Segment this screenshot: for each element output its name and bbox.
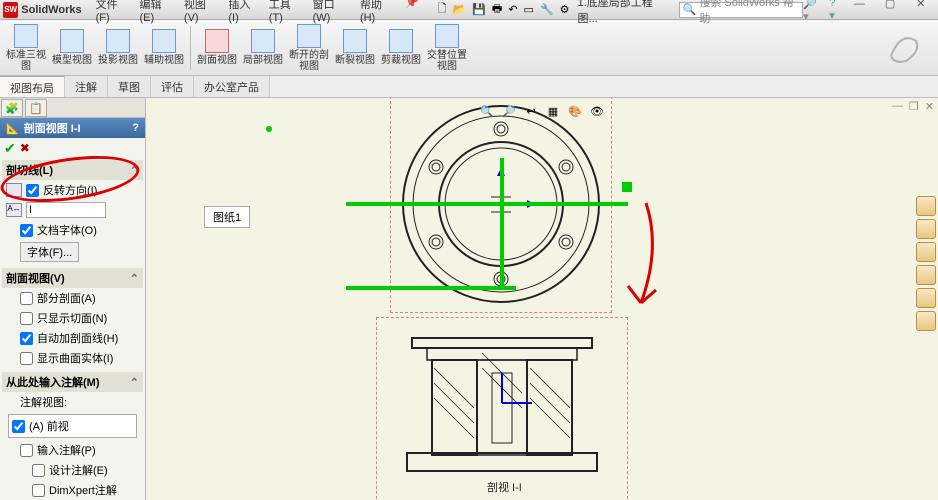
- pm-group-cutline[interactable]: 剖切线(L)⌃: [2, 160, 143, 180]
- save-icon[interactable]: 💾: [472, 3, 486, 16]
- ribbon-auxview[interactable]: 辅助视图: [142, 23, 186, 73]
- doc-restore-button[interactable]: ❐: [909, 100, 919, 113]
- app-logo: SW: [3, 2, 18, 18]
- search-placeholder: 搜索 SolidWorks 帮助: [699, 0, 799, 26]
- pm-ok-button[interactable]: ✔: [4, 140, 16, 157]
- minimize-button[interactable]: —: [848, 0, 871, 11]
- section-view-icon[interactable]: ▦: [544, 102, 562, 120]
- front-view-checkbox[interactable]: [12, 420, 25, 433]
- command-tabs: 视图布局 注解 草图 评估 办公室产品: [0, 76, 938, 98]
- display-style-icon[interactable]: 🎨: [566, 102, 584, 120]
- property-manager: 🧩 📋 📐 剖面视图 I-I ? ✔ ✖ 剖切线(L)⌃ 反转方向(I): [0, 98, 146, 500]
- doc-font-label: 文档字体(O): [37, 222, 97, 238]
- ribbon-crop[interactable]: 剪裁视图: [379, 23, 423, 73]
- ribbon-toolbar: 标准三视图 模型视图 投影视图 辅助视图 剖面视图 局部视图 断开的剖视图 断裂…: [0, 20, 938, 76]
- chevron-up-icon: ⌃: [130, 272, 139, 285]
- tab-annotation[interactable]: 注解: [65, 76, 108, 97]
- partial-section-checkbox[interactable]: [20, 292, 33, 305]
- undo-icon[interactable]: ↶: [508, 3, 517, 16]
- select-icon[interactable]: ▭: [524, 3, 534, 16]
- section-label-input[interactable]: [26, 202, 106, 218]
- zoom-fit-icon[interactable]: 🔍: [478, 102, 496, 120]
- section-cut-line-vertical[interactable]: [500, 158, 504, 290]
- ribbon-broken-section[interactable]: 断开的剖视图: [287, 23, 331, 73]
- ribbon-modelview[interactable]: 模型视图: [50, 23, 94, 73]
- prev-view-icon[interactable]: ↩: [522, 102, 540, 120]
- show-solid-checkbox[interactable]: [20, 352, 33, 365]
- section-cut-line[interactable]: [346, 202, 628, 206]
- ribbon-section[interactable]: 剖面视图: [195, 23, 239, 73]
- flip-direction-icon[interactable]: [6, 183, 22, 197]
- pm-tab-property[interactable]: 📋: [25, 99, 47, 117]
- new-icon[interactable]: 🗋: [438, 0, 447, 19]
- pm-tab-feature-tree[interactable]: 🧩: [1, 99, 23, 117]
- ribbon-std3view[interactable]: 标准三视图: [4, 23, 48, 73]
- search-go-icon[interactable]: 🔎▾: [803, 0, 821, 23]
- annotation-red-arrow: [606, 198, 686, 328]
- section-label-icon[interactable]: A↔: [6, 203, 22, 217]
- design-note-checkbox[interactable]: [32, 464, 45, 477]
- tab-office[interactable]: 办公室产品: [194, 76, 270, 97]
- print-icon[interactable]: 🖶: [492, 0, 502, 19]
- document-name: 1.底座局部工程图...: [578, 0, 669, 26]
- search-box[interactable]: 🔍 搜索 SolidWorks 帮助: [679, 2, 804, 18]
- ribbon-altpos[interactable]: 交替位置视图: [425, 23, 469, 73]
- taskpane-custom-icon[interactable]: [916, 311, 936, 331]
- ds-logo-icon: [886, 26, 926, 66]
- tab-sketch[interactable]: 草图: [108, 76, 151, 97]
- app-name: SolidWorks: [21, 4, 81, 16]
- open-icon[interactable]: 📂: [453, 3, 467, 16]
- tab-evaluate[interactable]: 评估: [151, 76, 194, 97]
- heads-up-toolbar: 🔍 🔎 ↩ ▦ 🎨 👁: [476, 100, 608, 122]
- close-button[interactable]: ✕: [909, 0, 932, 11]
- pm-group-sectionview[interactable]: 剖面视图(V)⌃: [2, 268, 143, 288]
- auto-hatch-checkbox[interactable]: [20, 332, 33, 345]
- options-icon[interactable]: ⚙: [560, 3, 570, 16]
- handle-point[interactable]: [266, 126, 272, 132]
- quick-access-toolbar: 🗋 📂 💾 🖶 ↶ ▭ 🔧 ⚙: [438, 0, 570, 19]
- hide-show-icon[interactable]: 👁: [588, 102, 606, 120]
- taskpane-appearance-icon[interactable]: [916, 288, 936, 308]
- ribbon-detail[interactable]: 局部视图: [241, 23, 285, 73]
- taskpane-library-icon[interactable]: [916, 219, 936, 239]
- ribbon-projview[interactable]: 投影视图: [96, 23, 140, 73]
- pm-cancel-button[interactable]: ✖: [20, 141, 30, 155]
- pm-group-annotations[interactable]: 从此处输入注解(M)⌃: [2, 372, 143, 392]
- reverse-direction-label: 反转方向(I): [43, 182, 97, 198]
- help-icon[interactable]: ?▾: [829, 0, 840, 23]
- taskpane-palette-icon[interactable]: [916, 265, 936, 285]
- zoom-area-icon[interactable]: 🔎: [500, 102, 518, 120]
- font-button[interactable]: 字体(F)...: [20, 242, 79, 262]
- doc-font-checkbox[interactable]: [20, 224, 33, 237]
- doc-close-button[interactable]: ✕: [925, 100, 934, 113]
- maximize-button[interactable]: ▢: [879, 0, 902, 11]
- section-arrow-icon: [622, 182, 632, 192]
- section-cut-line-bottom[interactable]: [346, 286, 516, 290]
- only-cut-checkbox[interactable]: [20, 312, 33, 325]
- taskpane-explorer-icon[interactable]: [916, 242, 936, 262]
- doc-minimize-button[interactable]: —: [892, 100, 903, 113]
- drawing-section-view[interactable]: 剖视 I-I: [382, 323, 622, 498]
- note-view-label: 注解视图:: [20, 394, 67, 410]
- rebuild-icon[interactable]: 🔧: [540, 3, 554, 16]
- ribbon-break[interactable]: 断裂视图: [333, 23, 377, 73]
- chevron-up-icon: ⌃: [130, 376, 139, 389]
- drawing-canvas[interactable]: 🔍 🔎 ↩ ▦ 🎨 👁 — ❐ ✕ 图纸1: [146, 98, 938, 500]
- taskpane-resources-icon[interactable]: [916, 196, 936, 216]
- task-pane: [916, 196, 938, 331]
- pm-title: 剖面视图 I-I: [24, 120, 81, 136]
- reverse-direction-checkbox[interactable]: [26, 184, 39, 197]
- chevron-up-icon: ⌃: [130, 164, 139, 177]
- dimxpert-checkbox[interactable]: [32, 484, 45, 497]
- pm-title-bar: 📐 剖面视图 I-I ?: [0, 118, 145, 138]
- input-note-checkbox[interactable]: [20, 444, 33, 457]
- titlebar: SW SolidWorks 文件(F) 编辑(E) 视图(V) 插入(I) 工具…: [0, 0, 938, 20]
- sheet-name-tag[interactable]: 图纸1: [204, 206, 250, 228]
- pm-help-icon[interactable]: ?: [132, 122, 139, 134]
- tab-view-layout[interactable]: 视图布局: [0, 76, 65, 97]
